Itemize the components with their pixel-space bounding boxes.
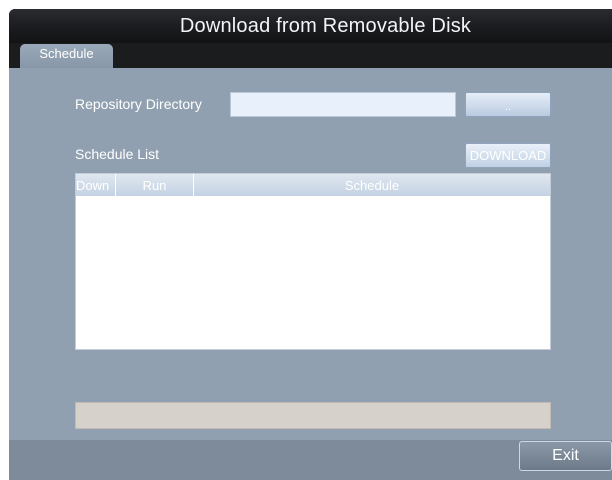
repository-directory-input[interactable]	[230, 92, 456, 117]
window-title: Download from Removable Disk	[179, 14, 472, 37]
progress-bar	[75, 402, 551, 429]
download-button[interactable]: DOWNLOAD	[465, 143, 551, 168]
dialog-window: Download from Removable Disk Schedule Re…	[9, 9, 612, 480]
table-header: Down Run Schedule	[76, 174, 550, 196]
tab-schedule[interactable]: Schedule	[20, 44, 113, 68]
schedule-table[interactable]: Down Run Schedule	[75, 173, 551, 350]
column-header-run[interactable]: Run	[116, 174, 194, 196]
schedule-panel: Repository Directory .. Schedule List DO…	[9, 68, 612, 440]
title-bar: Download from Removable Disk	[9, 9, 612, 43]
repository-directory-label: Repository Directory	[75, 96, 202, 112]
schedule-list-label: Schedule List	[75, 146, 160, 162]
exit-button[interactable]: Exit	[519, 441, 612, 471]
column-header-schedule[interactable]: Schedule	[194, 174, 550, 196]
column-header-down[interactable]: Down	[76, 174, 116, 196]
browse-button[interactable]: ..	[465, 92, 551, 117]
